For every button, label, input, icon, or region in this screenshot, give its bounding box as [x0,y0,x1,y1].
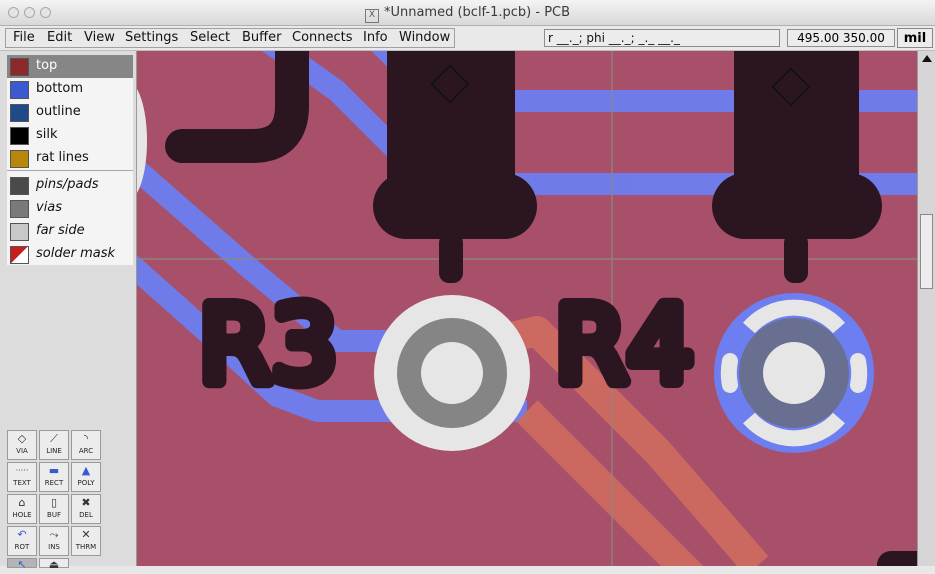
layer-outline[interactable]: outline [7,101,133,124]
layer-divider [7,170,133,171]
tool-arrow[interactable]: ↖ [7,558,37,571]
tool-poly[interactable]: ▲ POLY [71,462,101,492]
layer-solder-mask[interactable]: solder mask [7,243,133,266]
layer-label: vias [36,200,63,215]
layer-swatch [10,104,29,122]
tool-hole[interactable]: ⌂ HOLE [7,494,37,524]
lock-icon: ⏏ [48,558,60,571]
layer-far-side[interactable]: far side [7,220,133,243]
layer-swatch [10,81,29,99]
layer-swatch [10,246,29,264]
r4-thermal-spoke [720,353,738,393]
r3-body [387,51,515,181]
scroll-up-icon[interactable] [922,55,932,62]
layer-swatch [10,127,29,145]
r3-pad [373,173,537,239]
line-icon: ⟋ [50,432,58,445]
poly-icon: ▲ [81,464,91,477]
rect-icon: ▬ [48,464,60,477]
scroll-thumb[interactable] [920,214,933,289]
via-icon: ◇ [17,432,27,445]
menu-select[interactable]: Select [190,30,230,45]
r3-lead [439,233,463,283]
refdes-r3: R3 [199,284,337,406]
cursor-position-readout: r __._; phi __._; _._ __._ [544,29,780,47]
layer-swatch [10,223,29,241]
r4-drill-hole [763,342,825,404]
tool-line[interactable]: ⟋ LINE [39,430,69,460]
layer-vias[interactable]: vias [7,197,133,220]
menu-edit[interactable]: Edit [47,30,72,45]
menu-info[interactable]: Info [363,30,388,45]
menu-buffer[interactable]: Buffer [242,30,281,45]
hole-icon: ⌂ [18,496,26,509]
thermal-icon: ✕ [81,528,91,541]
layer-label: silk [36,127,58,142]
tool-buffer[interactable]: ▯ BUF [39,494,69,524]
r4-thermal-spoke [850,353,868,393]
layer-bottom[interactable]: bottom [7,78,133,101]
tool-delete[interactable]: ✖ DEL [71,494,101,524]
tool-via[interactable]: ◇ VIA [7,430,37,460]
arrow-icon: ↖ [17,558,27,571]
board-drawing: R3 R4 [137,51,917,566]
tool-insert[interactable]: ⤳ INS [39,526,69,556]
window-title: X *Unnamed (bclf-1.pcb) - PCB [0,5,935,23]
refdes-r4: R4 [555,284,693,406]
layer-swatch [10,200,29,218]
vertical-scrollbar[interactable] [917,51,935,566]
menu-file[interactable]: File [13,30,35,45]
layer-rat-lines[interactable]: rat lines [7,147,133,170]
menu-bar: File Edit View Settings Select Buffer Co… [0,26,935,51]
insert-icon: ⤳ [49,528,59,541]
menu-connects[interactable]: Connects [292,30,353,45]
tool-rect[interactable]: ▬ RECT [39,462,69,492]
unit-toggle-button[interactable]: mil [897,28,933,48]
layer-label: outline [36,104,81,119]
layer-swatch [10,58,29,76]
layer-top[interactable]: top [7,55,133,78]
tool-lock[interactable]: ⏏ [39,558,69,571]
menu-view[interactable]: View [84,30,115,45]
r4-pad [712,173,882,239]
tool-thermal[interactable]: ✕ THRM [71,526,101,556]
layer-label: rat lines [36,150,89,165]
layer-silk[interactable]: silk [7,124,133,147]
x11-icon: X [364,9,379,23]
coordinates-readout: 495.00 350.00 [787,29,895,47]
layer-label: bottom [36,81,84,96]
arc-icon: ◝ [83,432,89,445]
title-bar: X *Unnamed (bclf-1.pcb) - PCB [0,0,935,26]
text-icon: ····· [15,466,29,475]
r4-body [734,51,859,181]
rotate-icon: ↶ [17,528,27,541]
pcb-canvas[interactable]: R3 R4 [137,51,917,566]
menu-window[interactable]: Window [399,30,450,45]
layer-swatch [10,177,29,195]
layer-label: solder mask [36,246,115,261]
tool-rotate[interactable]: ↶ ROT [7,526,37,556]
layer-label: far side [36,223,85,238]
delete-icon: ✖ [81,496,91,509]
layer-label: pins/pads [36,177,99,192]
layer-sidebar: top bottom outline silk rat lines pins/p… [0,51,137,571]
layer-label: top [36,58,58,73]
menu-settings[interactable]: Settings [125,30,178,45]
tool-text[interactable]: ····· TEXT [7,462,37,492]
tool-arc[interactable]: ◝ ARC [71,430,101,460]
layer-pins-pads[interactable]: pins/pads [7,174,133,197]
r4-lead [784,233,808,283]
layer-swatch [10,150,29,168]
buffer-icon: ▯ [50,496,58,509]
r3-drill-hole [421,342,483,404]
